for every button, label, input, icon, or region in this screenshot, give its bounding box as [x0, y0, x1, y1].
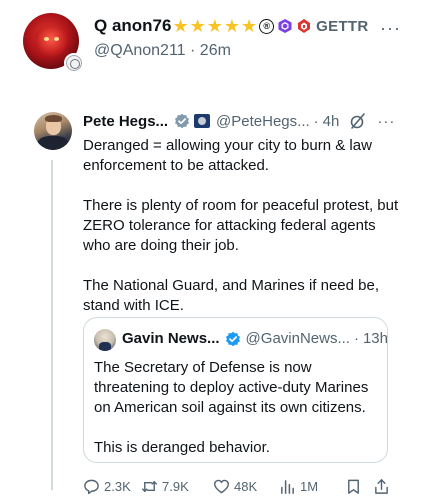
purple-hexagon-icon	[278, 19, 292, 33]
star-icon: ★	[172, 16, 189, 36]
star-icon: ★	[206, 16, 223, 36]
meta-separator: ·	[190, 42, 196, 59]
like-button[interactable]: 48K	[213, 478, 257, 495]
nested-author-name[interactable]: Gavin News...	[122, 330, 220, 347]
author-handle[interactable]: @QAnon211	[94, 42, 186, 59]
avatar[interactable]	[34, 112, 72, 150]
bookmark-button[interactable]	[345, 478, 366, 495]
quoted-author-row: Pete Hegs... @PeteHegs... · 4h ···	[83, 112, 395, 130]
repost-icon	[141, 480, 158, 492]
quoted-post-paragraph: Deranged = allowing your city to burn & …	[83, 137, 372, 174]
quoted-author-handle[interactable]: @PeteHegs...	[216, 113, 310, 130]
gettr-logo-icon	[298, 19, 311, 33]
heart-icon	[213, 479, 230, 493]
views-button[interactable]: 1M	[279, 478, 318, 495]
reply-button[interactable]: 2.3K	[83, 478, 131, 495]
nested-post-time[interactable]: 13h	[363, 330, 388, 347]
post-header: Q anon76 ★ ★ ★ ★ ★ ® GETTR @QAnon211 · 2…	[0, 0, 423, 84]
share-icon	[375, 478, 388, 494]
star-icon: ★	[223, 16, 241, 36]
nested-post-paragraph: This is deranged behavior.	[94, 439, 270, 456]
grok-icon[interactable]	[349, 112, 367, 130]
share-button[interactable]	[373, 478, 394, 495]
views-count: 1M	[300, 478, 319, 494]
quote-tweet-card[interactable]: Gavin News... @GavinNews... · 13h The Se…	[83, 317, 388, 463]
nested-author-row: Gavin News... @GavinNews... · 13h	[122, 330, 388, 347]
meta-separator: ·	[353, 330, 359, 347]
star-icon: ★	[241, 16, 258, 36]
blue-verified-badge-icon	[225, 331, 240, 346]
nested-post-paragraph: The Secretary of Defense is now threaten…	[94, 359, 369, 416]
author-name[interactable]: Q anon76	[94, 16, 171, 36]
analytics-icon	[281, 479, 294, 494]
action-bar: 2.3K 7.9K 48K 1M	[83, 475, 403, 497]
government-affiliation-icon	[194, 114, 211, 128]
meta-separator: ·	[313, 112, 319, 130]
quoted-post-body: Deranged = allowing your city to burn & …	[83, 136, 403, 336]
repost-button[interactable]: 7.9K	[141, 478, 189, 495]
quoted-post-paragraph: The National Guard, and Marines if need …	[83, 277, 380, 314]
reply-count: 2.3K	[104, 478, 131, 494]
like-count: 48K	[234, 478, 258, 494]
reply-icon	[84, 479, 99, 494]
author-row: Q anon76 ★ ★ ★ ★ ★ ® GETTR	[94, 16, 369, 36]
avatar-image	[35, 27, 67, 57]
author-meta: @QAnon211 · 26m	[94, 42, 231, 60]
repost-count: 7.9K	[162, 478, 189, 494]
post-time[interactable]: 26m	[200, 42, 231, 59]
registered-mark: ®	[259, 18, 275, 34]
platform-label: GETTR	[316, 17, 369, 35]
more-options-icon[interactable]: ···	[380, 18, 401, 39]
affiliation-badge-icon	[64, 53, 84, 73]
gray-verified-badge-icon	[175, 113, 190, 129]
quoted-author-name[interactable]: Pete Hegs...	[83, 113, 168, 130]
quoted-post-time[interactable]: 4h	[323, 113, 340, 130]
star-icon: ★	[189, 16, 206, 36]
avatar[interactable]	[94, 329, 116, 351]
thread-line	[51, 160, 53, 490]
nested-author-handle[interactable]: @GavinNews...	[246, 330, 350, 347]
more-options-icon[interactable]: ···	[377, 113, 395, 130]
nested-post-body: The Secretary of Defense is now threaten…	[94, 358, 382, 478]
quoted-post-paragraph: There is plenty of room for peaceful pro…	[83, 197, 399, 254]
bookmark-icon	[348, 479, 359, 494]
